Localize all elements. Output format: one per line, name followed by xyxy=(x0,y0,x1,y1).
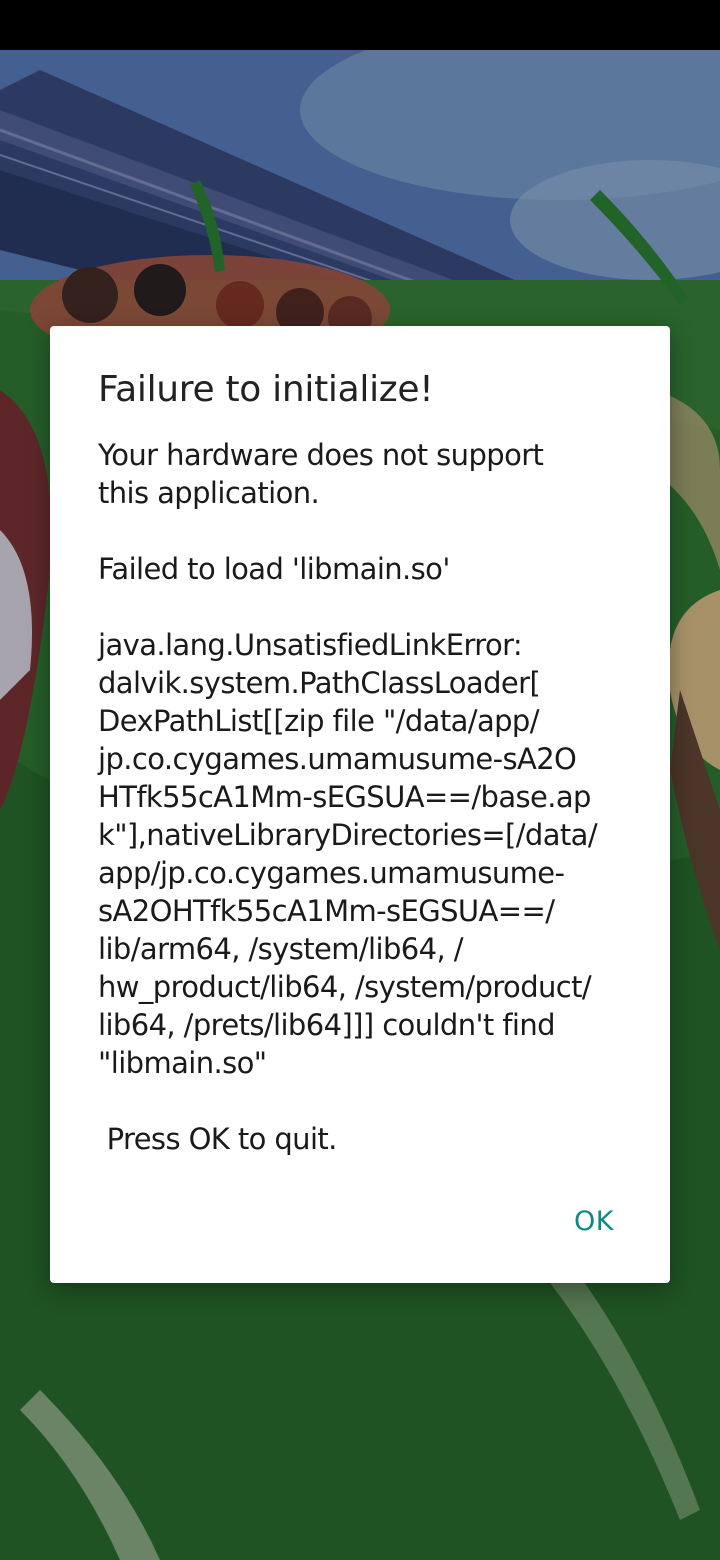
dialog-message: Your hardware does not support this appl… xyxy=(98,438,598,1156)
dialog-title: Failure to initialize! xyxy=(98,369,434,410)
status-bar xyxy=(0,0,720,50)
error-dialog: Failure to initialize! Your hardware doe… xyxy=(50,326,670,1283)
ok-button[interactable]: OK xyxy=(568,1200,620,1243)
